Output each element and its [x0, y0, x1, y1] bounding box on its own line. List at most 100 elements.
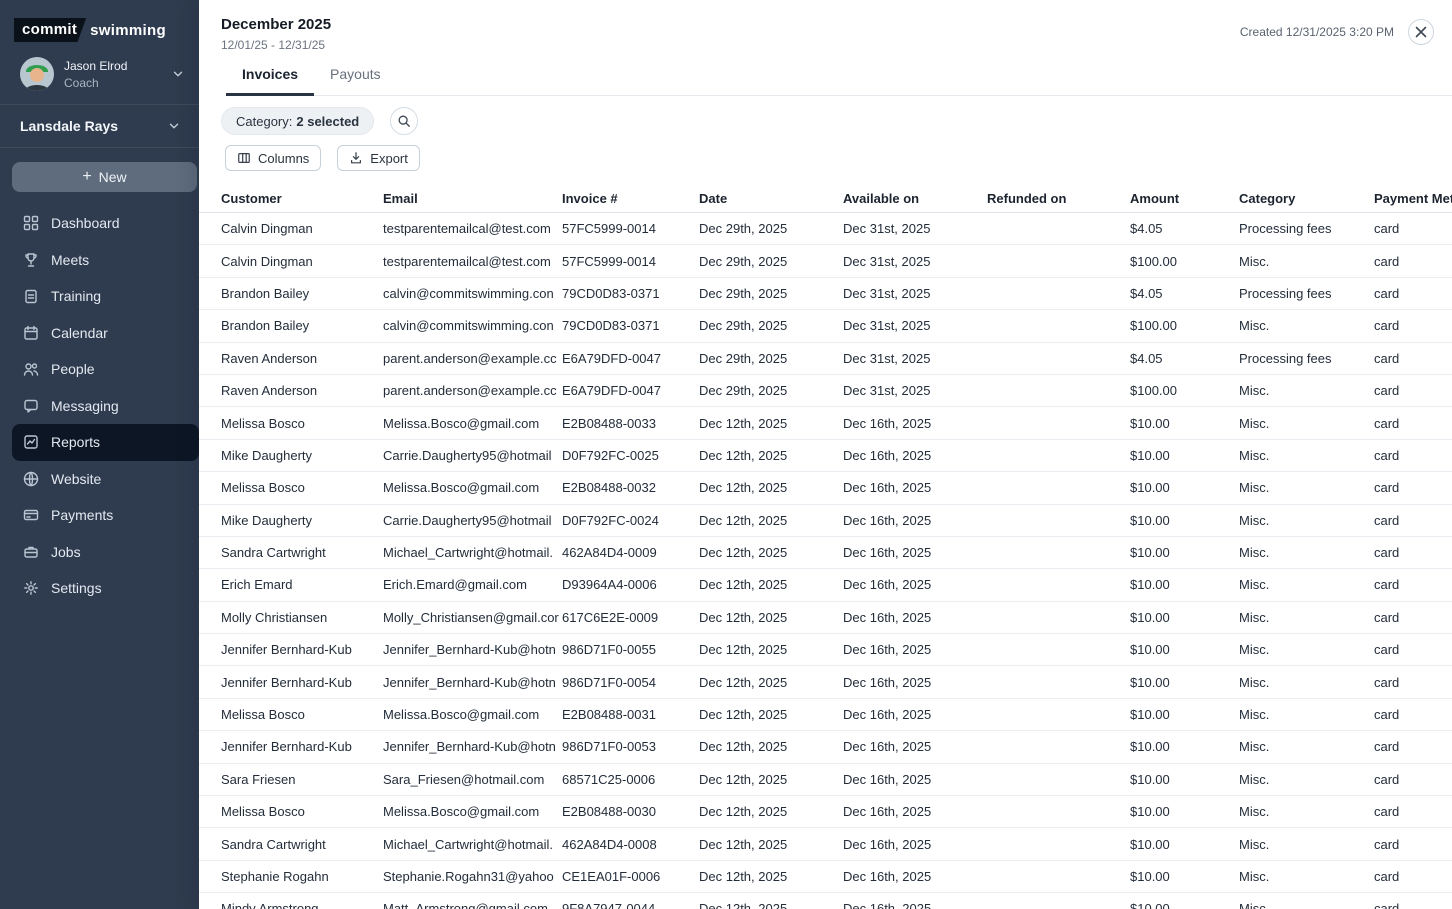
cell-category: Misc.	[1239, 577, 1270, 593]
profile-text: Jason Elrod Coach	[64, 59, 161, 90]
cell-category: Misc.	[1239, 739, 1270, 755]
table-row[interactable]: Mike Daugherty Carrie.Daugherty95@hotmail…	[199, 505, 1452, 537]
cell-category: Misc.	[1239, 674, 1270, 690]
table-row[interactable]: Sandra Cartwright Michael_Cartwright@hotm…	[199, 828, 1452, 861]
table-row[interactable]: Mike Daugherty Carrie.Daugherty95@hotmail…	[199, 440, 1452, 473]
filter-row: Category: 2 selected	[221, 107, 1452, 135]
cell-amount: $10.00	[1130, 447, 1170, 463]
cell-category: Misc.	[1239, 512, 1270, 528]
cell-customer: Molly Christiansen	[221, 609, 328, 625]
sidebar-item-meets[interactable]: Meets	[0, 242, 199, 279]
cell-payment-method: card	[1374, 609, 1400, 625]
chevron-down-icon	[173, 71, 183, 77]
plus-icon: +	[82, 168, 92, 185]
cell-customer: Sandra Cartwright	[221, 836, 326, 852]
sidebar-item-messaging[interactable]: Messaging	[0, 388, 199, 425]
category-filter-chip[interactable]: Category: 2 selected	[221, 107, 375, 135]
tab-payouts[interactable]: Payouts	[314, 60, 397, 95]
cell-amount: $100.00	[1130, 383, 1177, 399]
table-row[interactable]: Jennifer Bernhard-Kub Jennifer_Bernhard-K…	[199, 634, 1452, 667]
table-row[interactable]: Melissa Bosco Melissa.Bosco@gmail.com E2B0…	[199, 699, 1452, 732]
cell-available-on: Dec 16th, 2025	[843, 771, 932, 787]
cell-date: Dec 12th, 2025	[699, 415, 788, 431]
table-row[interactable]: Brandon Bailey calvin@commitswimming.con 7…	[199, 310, 1452, 343]
cell-category: Misc.	[1239, 545, 1270, 561]
sidebar-item-people[interactable]: People	[0, 351, 199, 388]
table-row[interactable]: Mindy Armstrong Matt_Armstrong@gmail.com 9…	[199, 893, 1452, 909]
columns-button[interactable]: Columns	[225, 145, 322, 171]
cell-invoice: 9F8A7947-0044	[562, 901, 656, 909]
sidebar-item-dashboard[interactable]: Dashboard	[0, 205, 199, 242]
cell-invoice: 79CD0D83-0371	[562, 318, 660, 334]
table-row[interactable]: Melissa Bosco Melissa.Bosco@gmail.com E2B0…	[199, 472, 1452, 505]
download-icon	[351, 152, 362, 164]
table-row[interactable]: Calvin Dingman testparentemailcal@test.co…	[199, 213, 1452, 246]
cell-email: Melissa.Bosco@gmail.com	[383, 804, 540, 820]
export-button[interactable]: Export	[337, 145, 420, 171]
cell-email: parent.anderson@example.cc	[383, 350, 557, 366]
table-row[interactable]: Sara Friesen Sara_Friesen@hotmail.com 6857…	[199, 764, 1452, 797]
cell-payment-method: card	[1374, 383, 1400, 399]
table-row[interactable]: Raven Anderson parent.anderson@example.cc…	[199, 375, 1452, 408]
invoice-report-modal: December 2025 12/01/25 - 12/31/25 Create…	[199, 0, 1452, 909]
cell-date: Dec 12th, 2025	[699, 707, 788, 723]
search-button[interactable]	[390, 107, 419, 135]
sidebar-item-payments[interactable]: Payments	[0, 497, 199, 534]
new-button[interactable]: + New	[12, 162, 197, 192]
cell-category: Misc.	[1239, 869, 1270, 884]
cell-customer: Calvin Dingman	[221, 221, 313, 237]
avatar	[20, 57, 54, 91]
sidebar-item-settings[interactable]: Settings	[0, 570, 199, 607]
table-row[interactable]: Jennifer Bernhard-Kub Jennifer_Bernhard-K…	[199, 666, 1452, 699]
columns-icon	[238, 153, 250, 163]
cell-email: calvin@commitswimming.con	[383, 318, 554, 334]
export-button-label: Export	[370, 150, 408, 166]
table-row[interactable]: Erich Emard Erich.Emard@gmail.com D93964A4…	[199, 569, 1452, 602]
cell-date: Dec 29th, 2025	[699, 253, 788, 269]
table-row[interactable]: Sandra Cartwright Michael_Cartwright@hotm…	[199, 537, 1452, 570]
tab-invoices[interactable]: Invoices	[226, 60, 315, 96]
sidebar-item-jobs[interactable]: Jobs	[0, 534, 199, 571]
cell-payment-method: card	[1374, 804, 1400, 820]
user-profile-menu[interactable]: Jason Elrod Coach	[0, 42, 199, 104]
cell-date: Dec 12th, 2025	[699, 447, 788, 463]
cell-amount: $10.00	[1130, 609, 1170, 625]
cell-category: Misc.	[1239, 707, 1270, 723]
cell-available-on: Dec 16th, 2025	[843, 545, 932, 561]
invoice-table: Customer Email Invoice # Date Available …	[199, 185, 1452, 909]
sidebar-item-label: Calendar	[51, 324, 108, 341]
table-row[interactable]: Calvin Dingman testparentemailcal@test.co…	[199, 245, 1452, 278]
table-row[interactable]: Molly Christiansen Molly_Christiansen@gma…	[199, 602, 1452, 635]
cell-available-on: Dec 16th, 2025	[843, 804, 932, 820]
table-row[interactable]: Brandon Bailey calvin@commitswimming.con 7…	[199, 278, 1452, 311]
sidebar-item-calendar[interactable]: Calendar	[0, 315, 199, 352]
column-header-amount: Amount	[1130, 191, 1180, 206]
cell-payment-method: card	[1374, 480, 1400, 496]
close-button[interactable]	[1408, 19, 1434, 45]
sidebar-item-reports[interactable]: Reports	[12, 424, 199, 461]
team-selector[interactable]: Lansdale Rays	[0, 104, 199, 148]
sidebar-item-website[interactable]: Website	[0, 461, 199, 498]
cell-customer: Mike Daugherty	[221, 512, 313, 528]
cell-customer: Stephanie Rogahn	[221, 869, 329, 884]
table-row[interactable]: Melissa Bosco Melissa.Bosco@gmail.com E2B0…	[199, 796, 1452, 829]
cell-customer: Melissa Bosco	[221, 804, 305, 820]
table-row[interactable]: Jennifer Bernhard-Kub Jennifer_Bernhard-K…	[199, 731, 1452, 764]
sidebar-item-label: Messaging	[51, 397, 119, 414]
sidebar-item-training[interactable]: Training	[0, 278, 199, 315]
cell-date: Dec 29th, 2025	[699, 318, 788, 334]
column-header-date: Date	[699, 191, 728, 206]
table-row[interactable]: Stephanie Rogahn Stephanie.Rogahn31@yahoo…	[199, 861, 1452, 894]
cell-customer: Erich Emard	[221, 577, 293, 593]
cell-customer: Raven Anderson	[221, 350, 318, 366]
cell-date: Dec 12th, 2025	[699, 739, 788, 755]
cell-date: Dec 12th, 2025	[699, 480, 788, 496]
table-row[interactable]: Melissa Bosco Melissa.Bosco@gmail.com E2B0…	[199, 407, 1452, 440]
cell-available-on: Dec 31st, 2025	[843, 318, 931, 334]
cell-amount: $4.05	[1130, 350, 1163, 366]
chart-icon	[24, 435, 38, 449]
modal-header: December 2025 12/01/25 - 12/31/25 Create…	[199, 0, 1452, 52]
cell-amount: $100.00	[1130, 318, 1177, 334]
cell-available-on: Dec 16th, 2025	[843, 707, 932, 723]
table-row[interactable]: Raven Anderson parent.anderson@example.cc…	[199, 343, 1452, 375]
